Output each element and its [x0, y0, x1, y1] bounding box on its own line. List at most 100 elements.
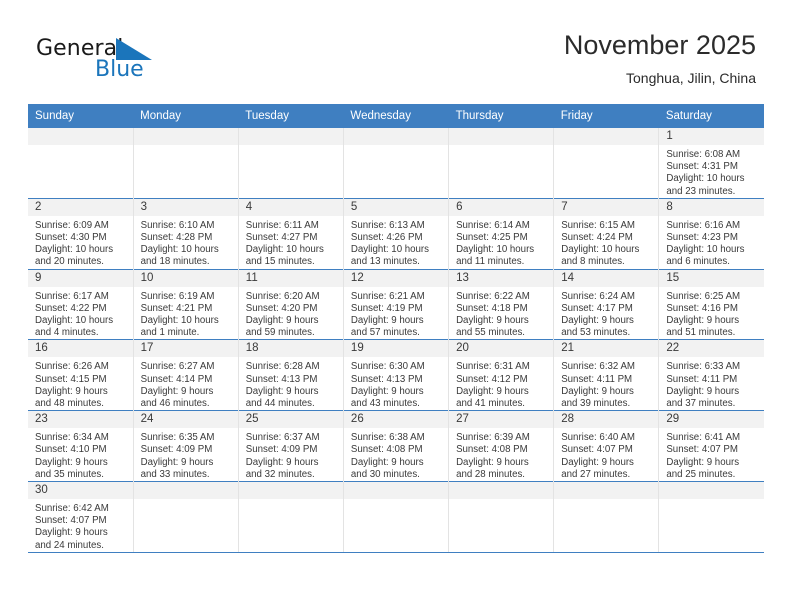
sunset-text: Sunset: 4:12 PM	[456, 373, 528, 385]
calendar-day-cell[interactable]: 2 Sunrise: 6:09 AM Sunset: 4:30 PM Daylight…	[28, 197, 134, 270]
calendar-day-cell[interactable]: 18 Sunrise: 6:28 AM Sunset: 4:13 PM Dayligh…	[238, 339, 344, 411]
sunset-text: Sunset: 4:13 PM	[245, 373, 318, 385]
calendar-week-row: 1 Sunrise: 6:08 AM Sunset: 4:31 PM Daylight…	[28, 128, 764, 199]
day-details: Sunrise: 6:26 AM Sunset: 4:15 PM Daylight:…	[28, 357, 133, 410]
day-number: 2	[28, 198, 133, 216]
calendar-day-cell[interactable]: 20 Sunrise: 6:31 AM Sunset: 4:12 PM Dayligh…	[448, 339, 555, 411]
day-details: Sunrise: 6:17 AM Sunset: 4:22 PM Daylight:…	[28, 287, 133, 340]
calendar-day-cell[interactable]: 19 Sunrise: 6:30 AM Sunset: 4:13 PM Dayligh…	[343, 339, 450, 411]
sunset-text: Sunset: 4:08 PM	[350, 444, 423, 456]
calendar-day-cell[interactable]: 29 Sunrise: 6:41 AM Sunset: 4:07 PM Dayligh…	[658, 410, 764, 482]
calendar-empty-cell	[448, 128, 555, 199]
sunset-text: Sunset: 4:18 PM	[456, 302, 528, 314]
calendar-day-cell[interactable]: 22 Sunrise: 6:33 AM Sunset: 4:11 PM Dayligh…	[658, 339, 764, 411]
daylight-text-line1: Daylight: 10 hours	[140, 315, 219, 327]
daylight-text-line2: and 41 minutes.	[456, 398, 525, 410]
calendar-empty-cell	[448, 481, 555, 553]
daylight-text-line1: Daylight: 9 hours	[350, 385, 424, 397]
month-calendar: Sunday Monday Tuesday Wednesday Thursday…	[28, 104, 764, 553]
calendar-day-cell[interactable]: 3 Sunrise: 6:10 AM Sunset: 4:28 PM Daylight…	[133, 197, 239, 270]
calendar-day-cell[interactable]: 16 Sunrise: 6:26 AM Sunset: 4:15 PM Dayligh…	[28, 339, 134, 411]
calendar-empty-cell	[553, 128, 660, 199]
calendar-empty-cell	[658, 481, 764, 553]
calendar-day-cell[interactable]: 17 Sunrise: 6:27 AM Sunset: 4:14 PM Dayligh…	[133, 339, 239, 411]
calendar-day-cell[interactable]: 25 Sunrise: 6:37 AM Sunset: 4:09 PM Dayligh…	[238, 410, 344, 482]
day-number	[343, 128, 449, 145]
day-number: 8	[659, 198, 764, 216]
calendar-day-cell[interactable]: 1 Sunrise: 6:08 AM Sunset: 4:31 PM Daylight…	[658, 128, 764, 199]
day-details: Sunrise: 6:40 AM Sunset: 4:07 PM Daylight:…	[554, 428, 658, 481]
daylight-text-line2: and 20 minutes.	[35, 256, 104, 268]
sunset-text: Sunset: 4:13 PM	[350, 373, 423, 385]
calendar-day-cell[interactable]: 11 Sunrise: 6:20 AM Sunset: 4:20 PM Dayligh…	[238, 268, 344, 340]
day-details: Sunrise: 6:11 AM Sunset: 4:27 PM Daylight:…	[239, 216, 343, 269]
daylight-text-line2: and 53 minutes.	[561, 327, 631, 339]
sunrise-text: Sunrise: 6:31 AM	[456, 361, 530, 373]
day-number	[133, 128, 238, 145]
calendar-day-cell[interactable]: 4 Sunrise: 6:11 AM Sunset: 4:27 PM Daylight…	[238, 197, 344, 270]
page-subtitle: Tonghua, Jilin, China	[626, 70, 756, 86]
calendar-day-cell[interactable]: 5 Sunrise: 6:13 AM Sunset: 4:26 PM Daylight…	[343, 197, 450, 270]
calendar-day-cell[interactable]: 9 Sunrise: 6:17 AM Sunset: 4:22 PM Daylight…	[28, 268, 134, 340]
day-number	[554, 128, 659, 145]
calendar-day-cell[interactable]: 12 Sunrise: 6:21 AM Sunset: 4:19 PM Dayligh…	[343, 268, 450, 340]
day-details: Sunrise: 6:41 AM Sunset: 4:07 PM Daylight:…	[659, 428, 764, 481]
sunrise-text: Sunrise: 6:39 AM	[456, 432, 530, 444]
sunset-text: Sunset: 4:10 PM	[35, 444, 107, 456]
calendar-day-cell[interactable]: 30 Sunrise: 6:42 AM Sunset: 4:07 PM Dayligh…	[28, 481, 134, 553]
sunrise-text: Sunrise: 6:17 AM	[35, 290, 109, 302]
sunrise-text: Sunrise: 6:35 AM	[140, 432, 215, 444]
calendar-day-cell[interactable]: 28 Sunrise: 6:40 AM Sunset: 4:07 PM Dayligh…	[553, 410, 660, 482]
sunrise-text: Sunrise: 6:28 AM	[245, 361, 320, 373]
day-details: Sunrise: 6:25 AM Sunset: 4:16 PM Daylight:…	[659, 287, 764, 340]
daylight-text-line1: Daylight: 9 hours	[350, 456, 424, 468]
day-number: 24	[133, 411, 238, 429]
weekday-header-friday: Friday	[553, 104, 659, 128]
calendar-day-cell[interactable]: 27 Sunrise: 6:39 AM Sunset: 4:08 PM Dayligh…	[448, 410, 555, 482]
daylight-text-line2: and 59 minutes.	[245, 327, 315, 339]
sunrise-text: Sunrise: 6:24 AM	[561, 290, 635, 302]
day-number: 11	[238, 269, 343, 287]
calendar-week-row: 9 Sunrise: 6:17 AM Sunset: 4:22 PM Daylight…	[28, 268, 764, 340]
calendar-day-cell[interactable]: 13 Sunrise: 6:22 AM Sunset: 4:18 PM Dayligh…	[448, 268, 555, 340]
calendar-day-cell[interactable]: 7 Sunrise: 6:15 AM Sunset: 4:24 PM Daylight…	[553, 197, 660, 270]
calendar-empty-cell	[238, 481, 344, 553]
calendar-empty-cell	[343, 481, 450, 553]
calendar-day-cell[interactable]: 8 Sunrise: 6:16 AM Sunset: 4:23 PM Daylight…	[658, 197, 764, 270]
calendar-empty-cell	[133, 128, 239, 199]
day-number: 13	[449, 269, 554, 287]
calendar-day-cell[interactable]: 23 Sunrise: 6:34 AM Sunset: 4:10 PM Dayligh…	[28, 410, 134, 482]
calendar-day-cell[interactable]: 26 Sunrise: 6:38 AM Sunset: 4:08 PM Dayligh…	[343, 410, 450, 482]
general-blue-logo[interactable]: General Blue	[36, 36, 236, 92]
day-details: Sunrise: 6:20 AM Sunset: 4:20 PM Daylight:…	[239, 287, 343, 340]
daylight-text-line2: and 30 minutes.	[350, 468, 420, 480]
daylight-text-line2: and 13 minutes.	[350, 256, 420, 268]
day-number: 27	[449, 411, 554, 429]
daylight-text-line2: and 28 minutes.	[456, 468, 525, 480]
calendar-day-cell[interactable]: 10 Sunrise: 6:19 AM Sunset: 4:21 PM Dayligh…	[133, 268, 239, 340]
daylight-text-line1: Daylight: 9 hours	[561, 456, 634, 468]
day-number: 30	[28, 482, 133, 500]
daylight-text-line1: Daylight: 9 hours	[35, 456, 108, 468]
day-number: 14	[554, 269, 659, 287]
calendar-day-cell[interactable]: 24 Sunrise: 6:35 AM Sunset: 4:09 PM Dayligh…	[133, 410, 239, 482]
sunrise-text: Sunrise: 6:21 AM	[350, 290, 425, 302]
day-details: Sunrise: 6:16 AM Sunset: 4:23 PM Daylight:…	[659, 216, 764, 269]
calendar-day-cell[interactable]: 21 Sunrise: 6:32 AM Sunset: 4:11 PM Dayligh…	[553, 339, 660, 411]
day-number: 23	[28, 411, 133, 429]
daylight-text-line1: Daylight: 9 hours	[245, 456, 319, 468]
day-details: Sunrise: 6:13 AM Sunset: 4:26 PM Daylight:…	[344, 216, 448, 269]
day-details: Sunrise: 6:39 AM Sunset: 4:08 PM Daylight:…	[449, 428, 553, 481]
calendar-day-cell[interactable]: 6 Sunrise: 6:14 AM Sunset: 4:25 PM Daylight…	[448, 197, 555, 270]
calendar-day-cell[interactable]: 14 Sunrise: 6:24 AM Sunset: 4:17 PM Dayligh…	[553, 268, 660, 340]
calendar-week-row: 16 Sunrise: 6:26 AM Sunset: 4:15 PM Dayligh…	[28, 339, 764, 411]
calendar-day-cell[interactable]: 15 Sunrise: 6:25 AM Sunset: 4:16 PM Dayligh…	[658, 268, 764, 340]
title-block: November 2025 Tonghua, Jilin, China	[564, 28, 756, 88]
day-number: 26	[343, 411, 449, 429]
weekday-header-tuesday: Tuesday	[238, 104, 344, 128]
daylight-text-line2: and 6 minutes.	[666, 256, 730, 268]
day-details: Sunrise: 6:22 AM Sunset: 4:18 PM Daylight:…	[449, 287, 553, 340]
sunset-text: Sunset: 4:31 PM	[666, 161, 738, 173]
day-number	[449, 482, 554, 500]
sunset-text: Sunset: 4:15 PM	[35, 373, 107, 385]
